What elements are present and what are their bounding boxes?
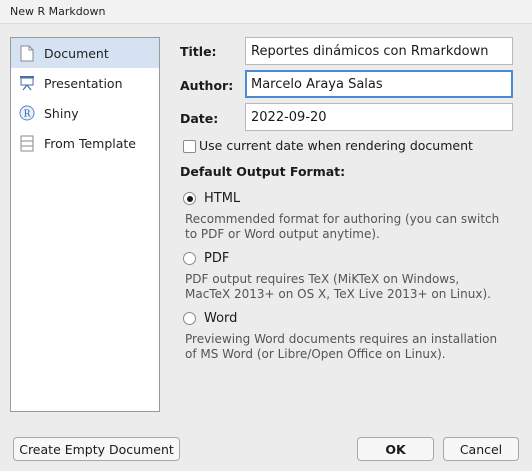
output-html-label[interactable]: HTML bbox=[204, 191, 240, 206]
svg-text:R: R bbox=[24, 110, 31, 120]
output-word-label[interactable]: Word bbox=[204, 311, 237, 326]
date-label: Date: bbox=[180, 111, 219, 126]
author-input[interactable] bbox=[245, 70, 513, 98]
ok-button[interactable]: OK bbox=[357, 437, 434, 461]
output-pdf-label[interactable]: PDF bbox=[204, 251, 229, 266]
template-icon bbox=[18, 134, 36, 152]
author-label: Author: bbox=[180, 78, 234, 93]
use-current-date-label: Use current date when rendering document bbox=[199, 138, 473, 153]
output-pdf-radio[interactable] bbox=[183, 252, 196, 265]
presentation-icon bbox=[18, 74, 36, 92]
output-word-radio[interactable] bbox=[183, 312, 196, 325]
output-html-radio[interactable] bbox=[183, 192, 196, 205]
sidebar-item-label: Shiny bbox=[44, 105, 79, 121]
output-pdf-description: PDF output requires TeX (MiKTeX on Windo… bbox=[185, 272, 491, 301]
sidebar-item-label: Document bbox=[44, 45, 109, 61]
use-current-date-checkbox[interactable] bbox=[183, 140, 196, 153]
title-label: Title: bbox=[180, 44, 217, 59]
title-input[interactable] bbox=[245, 37, 513, 65]
sidebar-item-label: From Template bbox=[44, 135, 136, 151]
template-type-list: Document Presentation R Shiny From Templ… bbox=[10, 37, 160, 412]
create-empty-document-button[interactable]: Create Empty Document bbox=[13, 437, 180, 461]
output-format-heading: Default Output Format: bbox=[180, 164, 346, 179]
sidebar-item-from-template[interactable]: From Template bbox=[11, 128, 159, 158]
date-input[interactable] bbox=[245, 103, 513, 131]
cancel-button[interactable]: Cancel bbox=[443, 437, 519, 461]
output-word-description: Previewing Word documents requires an in… bbox=[185, 332, 498, 361]
output-html-description: Recommended format for authoring (you ca… bbox=[185, 212, 500, 241]
sidebar-item-shiny[interactable]: R Shiny bbox=[11, 98, 159, 128]
sidebar-item-label: Presentation bbox=[44, 75, 123, 91]
sidebar-item-presentation[interactable]: Presentation bbox=[11, 68, 159, 98]
document-icon bbox=[18, 44, 36, 62]
window-titlebar: New R Markdown bbox=[0, 0, 532, 24]
sidebar-item-document[interactable]: Document bbox=[11, 38, 159, 68]
window-title: New R Markdown bbox=[10, 5, 106, 18]
shiny-icon: R bbox=[18, 104, 36, 122]
